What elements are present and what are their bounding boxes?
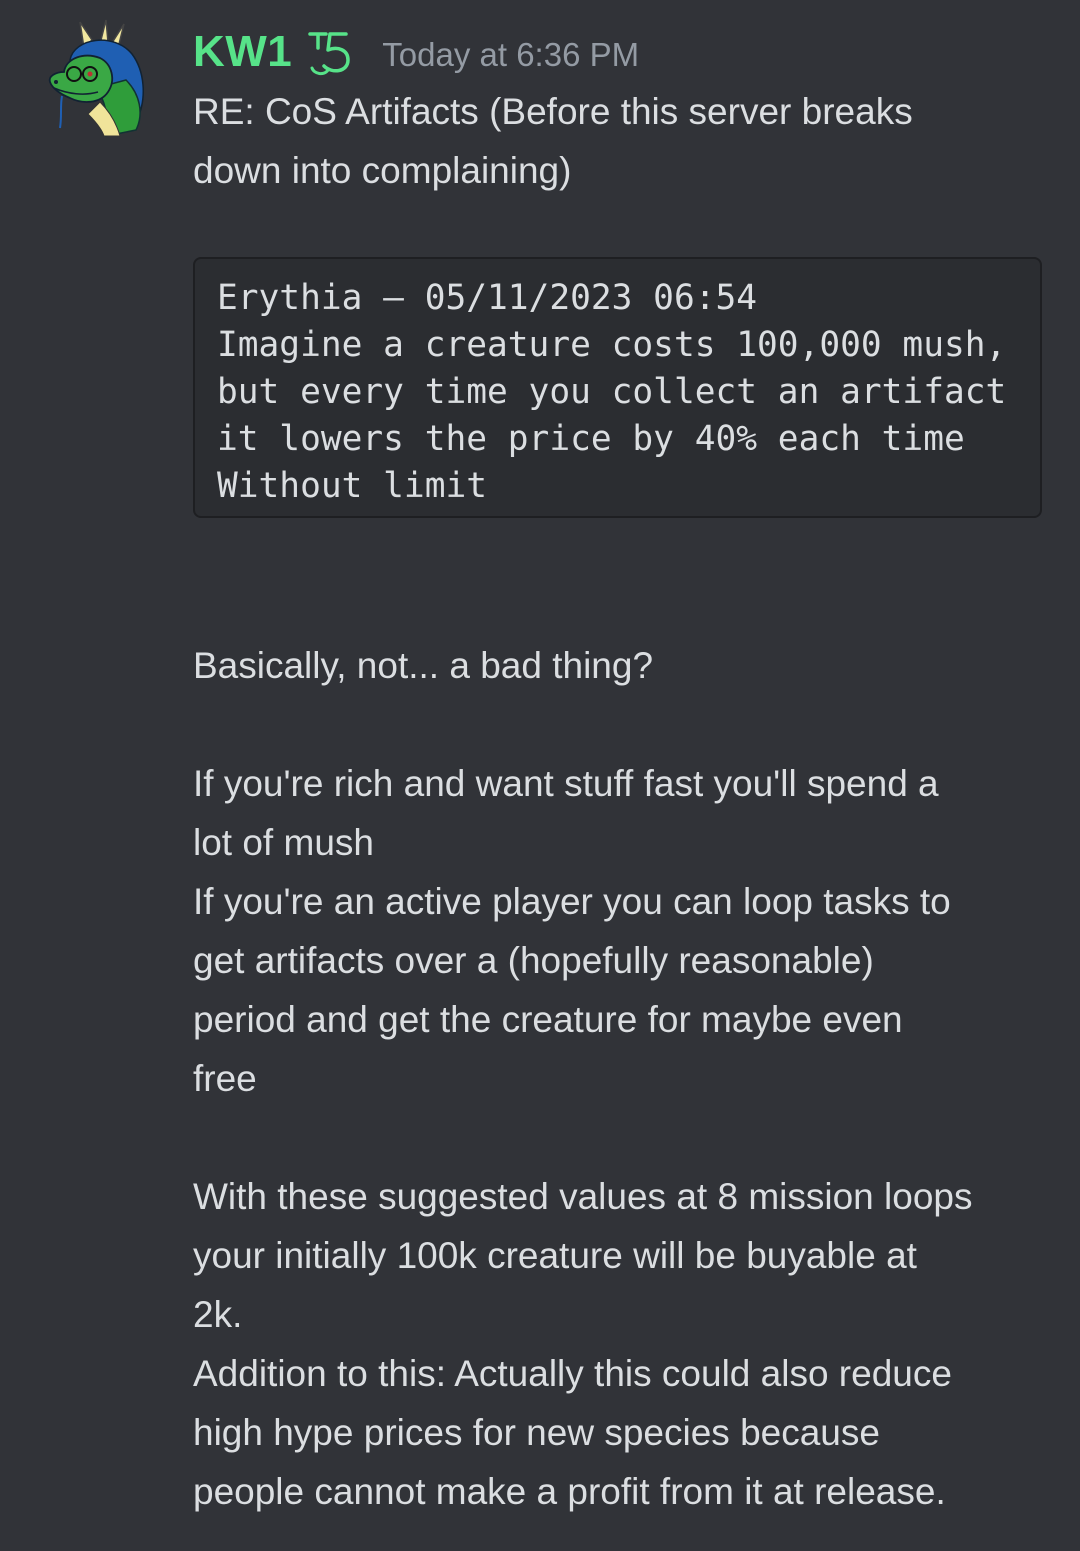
text-line: your initially 100k creature will be buy… <box>193 1235 917 1276</box>
text-line: high hype prices for new species because <box>193 1412 880 1453</box>
text-line: Addition to this: Actually this could al… <box>193 1353 952 1394</box>
text-line: If you're rich and want stuff fast you'l… <box>193 763 939 804</box>
text-line: 2k. <box>193 1294 243 1335</box>
text-line: RE: CoS Artifacts (Before this server br… <box>193 91 913 132</box>
text-line: free <box>193 1058 257 1099</box>
message-paragraph: With these suggested values at 8 mission… <box>193 1167 1053 1521</box>
badge-icon[interactable] <box>304 26 356 78</box>
user-avatar[interactable] <box>44 18 152 138</box>
author-name[interactable]: KW1 <box>193 27 292 77</box>
message-paragraph: Basically, not... a bad thing? <box>193 636 1053 695</box>
text-line: period and get the creature for maybe ev… <box>193 999 903 1040</box>
code-line: Erythia — 05/11/2023 06:54 <box>217 278 758 318</box>
message-paragraph: If you're rich and want stuff fast you'l… <box>193 754 1053 1108</box>
message-title: RE: CoS Artifacts (Before this server br… <box>193 82 1048 200</box>
code-line: Without limit <box>217 466 488 506</box>
chat-message: KW1 Today at 6:36 PM RE: CoS Artifacts (… <box>0 0 1080 1551</box>
code-line: but every time you collect an artifact <box>217 372 1007 412</box>
text-line: down into complaining) <box>193 150 572 191</box>
code-block: Erythia — 05/11/2023 06:54 Imagine a cre… <box>193 257 1042 518</box>
text-line: Basically, not... a bad thing? <box>193 645 654 686</box>
code-line: it lowers the price by 40% each time <box>217 419 965 459</box>
text-line: lot of mush <box>193 822 374 863</box>
text-line: With these suggested values at 8 mission… <box>193 1176 973 1217</box>
text-line: If you're an active player you can loop … <box>193 881 951 922</box>
code-line: Imagine a creature costs 100,000 mush, <box>217 325 1007 365</box>
text-line: people cannot make a profit from it at r… <box>193 1471 946 1512</box>
message-header: KW1 Today at 6:36 PM <box>193 22 639 82</box>
dragon-avatar-icon <box>48 19 144 137</box>
message-timestamp[interactable]: Today at 6:36 PM <box>382 36 639 74</box>
text-line: get artifacts over a (hopefully reasonab… <box>193 940 874 981</box>
